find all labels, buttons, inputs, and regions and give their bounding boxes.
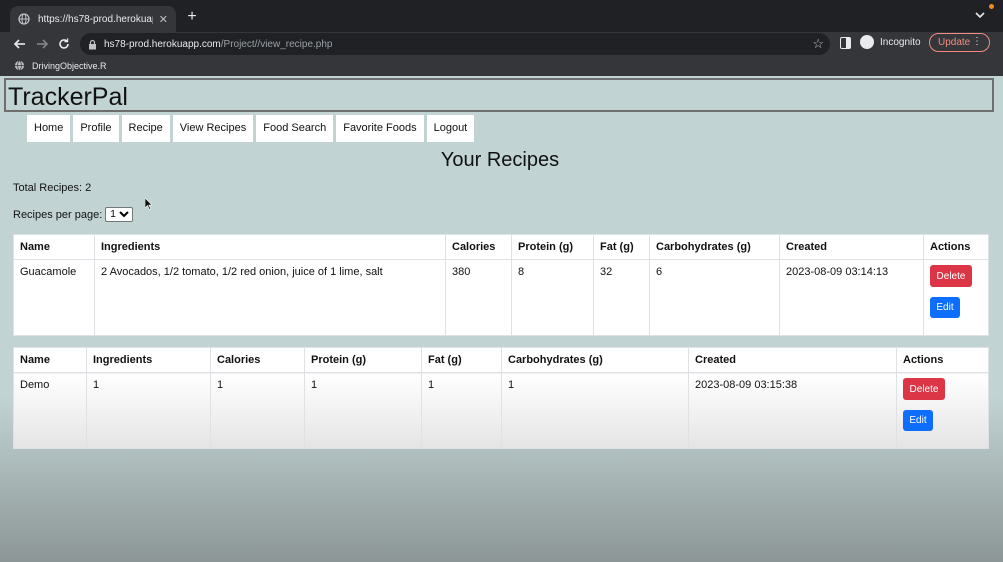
nav-favorite-foods[interactable]: Favorite Foods bbox=[336, 115, 424, 142]
column-header-actions: Actions bbox=[896, 347, 989, 373]
incognito-label: Incognito bbox=[880, 37, 921, 48]
recipe-calories: 380 bbox=[445, 259, 512, 336]
column-header-carbohydrates: Carbohydrates (g) bbox=[501, 347, 689, 373]
update-button[interactable]: Update ⋮ bbox=[929, 33, 990, 52]
recipe-calories: 1 bbox=[210, 372, 305, 449]
recipe-name: Guacamole bbox=[13, 259, 95, 336]
per-page-select[interactable]: 10 bbox=[105, 207, 134, 222]
url-path: /Project//view_recipe.php bbox=[220, 38, 333, 50]
per-page-label: Recipes per page: bbox=[13, 208, 103, 221]
bookmark-label: DrivingObjective.R bbox=[32, 60, 107, 71]
page-content: TrackerPal Home Profile Recipe View Reci… bbox=[0, 76, 1003, 562]
recipe-protein: 8 bbox=[511, 259, 594, 336]
reload-icon[interactable] bbox=[55, 35, 73, 53]
recipe-actions: Delete Edit bbox=[896, 372, 989, 449]
table-row: Guacamole 2 Avocados, 1/2 tomato, 1/2 re… bbox=[13, 259, 989, 336]
nav-home[interactable]: Home bbox=[27, 115, 71, 142]
more-menu-icon[interactable]: ⋮ bbox=[972, 36, 982, 47]
back-arrow-icon[interactable] bbox=[11, 35, 29, 53]
recipe-fat: 1 bbox=[421, 372, 502, 449]
column-header-fat: Fat (g) bbox=[593, 234, 650, 260]
column-header-fat: Fat (g) bbox=[421, 347, 502, 373]
site-brand: TrackerPal bbox=[8, 83, 128, 111]
incognito-icon[interactable] bbox=[860, 35, 874, 49]
column-header-ingredients: Ingredients bbox=[94, 234, 446, 260]
new-tab-icon[interactable]: + bbox=[184, 8, 200, 26]
url-host: hs78-prod.herokuapp.com bbox=[104, 38, 221, 50]
recipe-ingredients: 1 bbox=[86, 372, 211, 449]
table-header-row: Name Ingredients Calories Protein (g) Fa… bbox=[13, 347, 989, 373]
browser-tab-strip: https://hs78-prod.herokuapp.c ✕ + bbox=[0, 0, 1003, 32]
address-bar[interactable]: hs78-prod.herokuapp.com/Project//view_re… bbox=[80, 33, 830, 55]
lock-icon[interactable] bbox=[88, 39, 97, 50]
browser-tab[interactable]: https://hs78-prod.herokuapp.c ✕ bbox=[10, 6, 176, 32]
nav-view-recipes[interactable]: View Recipes bbox=[172, 115, 254, 142]
recipe-protein: 1 bbox=[304, 372, 422, 449]
total-recipes-label: Total Recipes: 2 bbox=[13, 182, 92, 194]
table-header-row: Name Ingredients Calories Protein (g) Fa… bbox=[13, 234, 989, 260]
table-row: Demo 1 1 1 1 1 2023-08-09 03:15:38 Delet… bbox=[13, 372, 989, 449]
recipe-created: 2023-08-09 03:15:38 bbox=[688, 372, 897, 449]
tab-title: https://hs78-prod.herokuapp.c bbox=[38, 13, 153, 25]
column-header-protein: Protein (g) bbox=[511, 234, 594, 260]
per-page-control: Recipes per page: 10 bbox=[13, 207, 134, 222]
column-header-name: Name bbox=[13, 347, 87, 373]
nav-profile[interactable]: Profile bbox=[73, 115, 119, 142]
globe-icon bbox=[14, 60, 25, 71]
close-tab-icon[interactable]: ✕ bbox=[159, 13, 168, 26]
bookmark-item[interactable]: DrivingObjective.R bbox=[14, 60, 107, 71]
recipe-fat: 32 bbox=[593, 259, 650, 336]
edit-button[interactable]: Edit bbox=[930, 297, 960, 318]
bookmarks-bar: DrivingObjective.R bbox=[0, 56, 1003, 76]
column-header-created: Created bbox=[779, 234, 924, 260]
forward-arrow-icon[interactable] bbox=[33, 35, 51, 53]
recipe-ingredients: 2 Avocados, 1/2 tomato, 1/2 red onion, j… bbox=[94, 259, 446, 336]
main-nav: Home Profile Recipe View Recipes Food Se… bbox=[27, 115, 475, 142]
column-header-created: Created bbox=[688, 347, 897, 373]
column-header-calories: Calories bbox=[210, 347, 305, 373]
browser-toolbar: hs78-prod.herokuapp.com/Project//view_re… bbox=[0, 32, 1003, 56]
recipe-table: Name Ingredients Calories Protein (g) Fa… bbox=[13, 234, 989, 336]
delete-button[interactable]: Delete bbox=[903, 378, 945, 400]
globe-icon bbox=[18, 13, 30, 25]
site-header: TrackerPal bbox=[4, 78, 994, 112]
page-title: Your Recipes bbox=[440, 149, 560, 171]
column-header-calories: Calories bbox=[445, 234, 512, 260]
nav-logout[interactable]: Logout bbox=[426, 115, 475, 142]
side-panel-icon[interactable] bbox=[840, 37, 851, 49]
column-header-carbohydrates: Carbohydrates (g) bbox=[649, 234, 780, 260]
delete-button[interactable]: Delete bbox=[930, 265, 972, 287]
nav-recipe[interactable]: Recipe bbox=[121, 115, 170, 142]
update-label: Update bbox=[938, 37, 971, 48]
recipe-name: Demo bbox=[13, 372, 87, 449]
column-header-actions: Actions bbox=[923, 234, 989, 260]
column-header-ingredients: Ingredients bbox=[86, 347, 211, 373]
tab-search-chevron-icon[interactable] bbox=[974, 9, 986, 21]
recipe-created: 2023-08-09 03:14:13 bbox=[779, 259, 924, 336]
recipe-carbs: 1 bbox=[501, 372, 689, 449]
bookmark-star-icon[interactable]: ☆ bbox=[812, 36, 824, 52]
edit-button[interactable]: Edit bbox=[903, 410, 933, 431]
column-header-name: Name bbox=[13, 234, 95, 260]
nav-food-search[interactable]: Food Search bbox=[256, 115, 334, 142]
recipe-actions: Delete Edit bbox=[923, 259, 989, 336]
recipe-carbs: 6 bbox=[649, 259, 780, 336]
recording-indicator-icon bbox=[989, 4, 994, 9]
column-header-protein: Protein (g) bbox=[304, 347, 422, 373]
mouse-cursor-icon bbox=[145, 198, 153, 210]
recipe-table: Name Ingredients Calories Protein (g) Fa… bbox=[13, 347, 989, 449]
